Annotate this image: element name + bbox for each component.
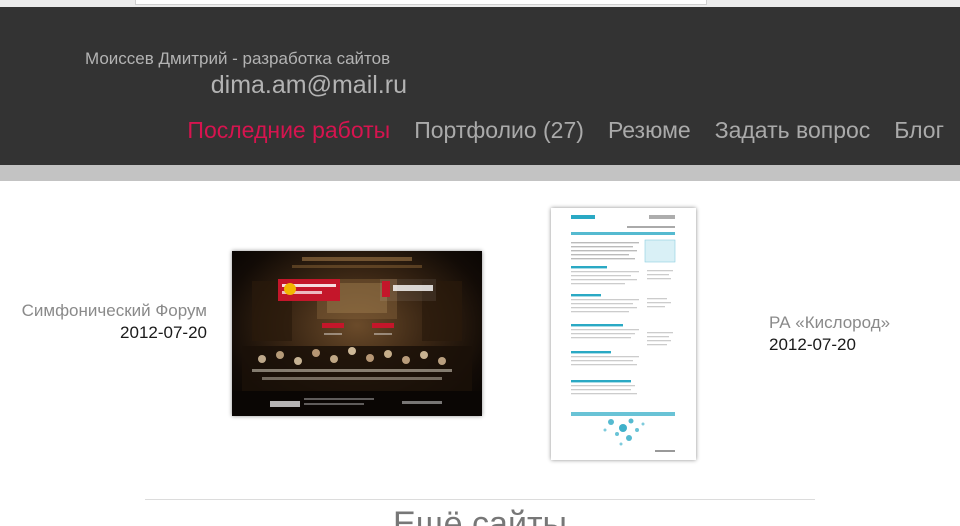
work-caption-ra-kislorod: РА «Кислород» 2012-07-20	[769, 312, 949, 356]
nav-item-portfolio[interactable]: Портфолио (27)	[414, 117, 584, 144]
more-sites-heading: Ещё сайты	[393, 505, 567, 526]
contact-email-link[interactable]: dima.am@mail.ru	[211, 71, 407, 100]
kislorod-screenshot-image	[551, 208, 696, 460]
concert-hall-screenshot-image	[232, 257, 482, 416]
scrollbar-thumb[interactable]	[135, 0, 707, 5]
nav-item-resume[interactable]: Резюме	[608, 117, 691, 144]
work-date: 2012-07-20	[120, 323, 207, 342]
page: Моиссев Дмитрий - разработка сайтов dima…	[0, 0, 960, 526]
main-navigation: Последние работы Портфолио (27) Резюме З…	[187, 117, 944, 144]
nav-item-ask-question[interactable]: Задать вопрос	[715, 117, 871, 144]
site-owner-title: Моиссев Дмитрий - разработка сайтов	[85, 49, 391, 68]
work-title[interactable]: Симфонический Форум	[20, 300, 207, 322]
nav-item-latest-works[interactable]: Последние работы	[187, 117, 390, 144]
nav-item-blog[interactable]: Блог	[894, 117, 944, 144]
section-divider	[145, 499, 815, 500]
work-title[interactable]: РА «Кислород»	[769, 312, 949, 334]
work-date: 2012-07-20	[769, 335, 856, 354]
work-caption-symphonic-forum: Симфонический Форум 2012-07-20	[20, 300, 207, 344]
work-thumbnail-ra-kislorod[interactable]	[551, 208, 696, 460]
header-separator-band	[0, 165, 960, 181]
work-thumbnail-symphonic-forum[interactable]	[232, 251, 482, 416]
